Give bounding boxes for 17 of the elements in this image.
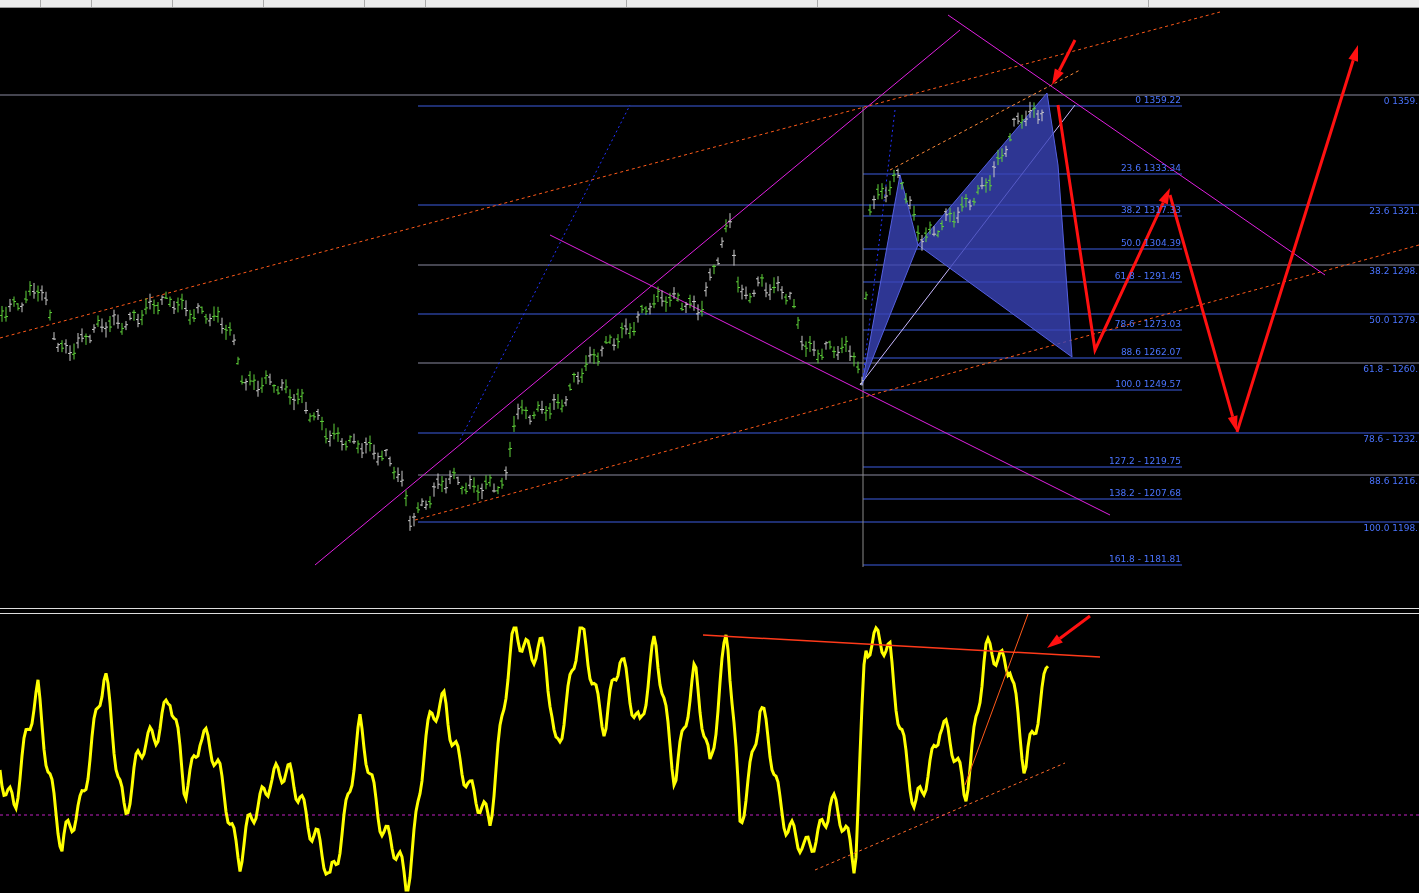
fib-level-label: 100.0 1249.57 <box>1115 379 1181 389</box>
fib-level-label: 88.6 1216. <box>1369 476 1418 486</box>
arrow-drawing <box>1047 614 1091 648</box>
fib-level-label: 23.6 1321. <box>1369 206 1418 216</box>
fib-level-label: 78.6 - 1273.03 <box>1114 319 1181 329</box>
fib-level-label: 100.0 1198. <box>1363 523 1418 533</box>
fib-level-label: 50.0 1279. <box>1369 315 1418 325</box>
fib-level-label: 0 1359.22 <box>1135 95 1181 105</box>
fib-level-label: 161.8 - 1181.81 <box>1109 554 1181 564</box>
fib-level-label: 0 1359. <box>1383 96 1418 106</box>
arrow-drawing <box>1052 39 1077 85</box>
fib-level-label: 61.8 - 1260. <box>1363 364 1418 374</box>
fib-level-label: 127.2 - 1219.75 <box>1109 456 1181 466</box>
fib-level-label: 138.2 - 1207.68 <box>1109 488 1181 498</box>
fib-level-label: 78.6 - 1232. <box>1363 434 1418 444</box>
fib-level-label: 38.2 1298. <box>1369 266 1418 276</box>
fib-level-label: 88.6 1262.07 <box>1120 347 1181 357</box>
